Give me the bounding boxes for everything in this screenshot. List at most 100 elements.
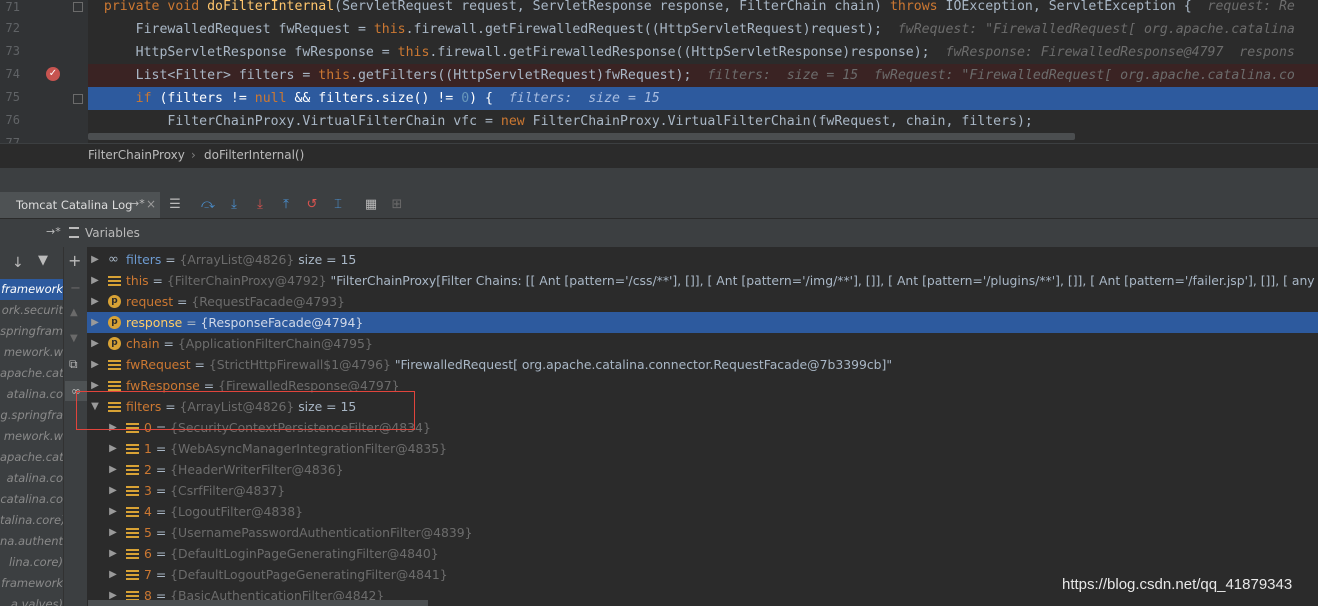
code-keyword: this — [318, 68, 351, 83]
variable-text: 1 = {WebAsyncManagerIntegrationFilter@48… — [144, 438, 447, 459]
step-into-icon[interactable]: ⤓ — [226, 197, 242, 213]
expand-arrow-icon[interactable]: ▶ — [107, 564, 119, 585]
code-line-75-current[interactable]: if (filters != null && filters.size() !=… — [88, 87, 1318, 110]
trace-icon[interactable]: ⊞ — [389, 197, 405, 213]
line-number: 71 — [5, 0, 20, 14]
variable-row[interactable]: ▶ 1 = {WebAsyncManagerIntegrationFilter@4… — [87, 438, 1318, 459]
frame-item[interactable]: framework — [0, 279, 63, 300]
field-icon — [126, 505, 139, 518]
expand-arrow-icon[interactable]: ▶ — [89, 249, 101, 270]
expand-arrow-icon[interactable]: ▶ — [107, 438, 119, 459]
editor-gutter[interactable]: 71 72 73 74 75 76 77 ✓ — [0, 0, 88, 143]
frame-item[interactable]: catalina.co — [0, 489, 63, 510]
variable-row[interactable]: ▶ 4 = {LogoutFilter@4838} — [87, 501, 1318, 522]
expand-arrow-icon[interactable]: ▶ — [107, 459, 119, 480]
frame-item[interactable]: mework.w — [0, 342, 63, 363]
add-watch-icon[interactable]: + — [68, 251, 81, 270]
variable-row[interactable]: ▶ this = {FilterChainProxy@4792} "FilterC… — [87, 270, 1318, 291]
run-to-cursor-icon[interactable]: ⌶ — [330, 197, 346, 213]
expand-arrow-icon[interactable]: ▶ — [107, 522, 119, 543]
frame-item[interactable]: a.valves) — [0, 594, 63, 606]
force-step-into-icon[interactable]: ⤓ — [252, 197, 268, 213]
expand-arrow-icon[interactable]: ▶ — [89, 270, 101, 291]
code-editor[interactable]: 71 72 73 74 75 76 77 ✓ private void doFi… — [0, 0, 1318, 143]
code-line-73[interactable]: HttpServletResponse fwResponse = this.fi… — [88, 41, 1318, 64]
menu-lines-icon[interactable]: ☰ — [167, 197, 183, 213]
code-text: .firewall.getFirewalledRequest((HttpServ… — [405, 22, 882, 37]
frame-item[interactable]: apache.cata — [0, 447, 63, 468]
expand-arrow-icon[interactable]: ▶ — [107, 480, 119, 501]
frame-item[interactable]: atalina.co — [0, 468, 63, 489]
code-line-76[interactable]: FilterChainProxy.VirtualFilterChain vfc … — [88, 110, 1318, 133]
frame-item[interactable]: atalina.co — [0, 384, 63, 405]
expand-arrow-icon[interactable]: ▶ — [89, 354, 101, 375]
variable-row[interactable]: ▶ ∞ filters = {ArrayList@4826} size = 15 — [87, 249, 1318, 270]
frame-item[interactable]: lina.core) — [0, 552, 63, 573]
expand-arrow-icon[interactable]: ▶ — [89, 333, 101, 354]
frame-item[interactable]: g.springfra — [0, 405, 63, 426]
code-line-74[interactable]: List<Filter> filters = this.getFilters((… — [88, 64, 1318, 87]
variable-text: this = {FilterChainProxy@4792} "FilterCh… — [126, 270, 1318, 291]
remove-watch-icon[interactable]: − — [70, 281, 81, 296]
variable-name: filters — [126, 252, 162, 267]
variable-row[interactable]: ▶ 6 = {DefaultLoginPageGeneratingFilter@4… — [87, 543, 1318, 564]
variable-row[interactable]: ▶ 2 = {HeaderWriterFilter@4836} — [87, 459, 1318, 480]
variable-row[interactable]: ▶ p chain = {ApplicationFilterChain@4795} — [87, 333, 1318, 354]
editor-horizontal-scrollbar[interactable] — [88, 133, 1075, 140]
code-line-71[interactable]: private void doFilterInternal(ServletReq… — [88, 0, 1318, 18]
code-keyword: if — [135, 91, 152, 106]
pin-icon[interactable]: →* — [46, 225, 61, 238]
variable-row[interactable]: ▶ 5 = {UsernamePasswordAuthenticationFilt… — [87, 522, 1318, 543]
frames-panel[interactable]: ↓ ▼ framework ork.securit springfram mew… — [0, 247, 63, 606]
move-up-icon[interactable]: ▲ — [70, 307, 78, 318]
line-number: 72 — [5, 21, 20, 35]
breadcrumb-method[interactable]: doFilterInternal() — [204, 148, 304, 162]
breadcrumb: FilterChainProxy › doFilterInternal() — [0, 143, 1318, 169]
variable-name: chain — [126, 336, 160, 351]
move-down-icon[interactable]: ▼ — [70, 333, 78, 344]
frame-item[interactable]: na.authenti — [0, 531, 63, 552]
variable-name: 2 — [144, 462, 152, 477]
variable-row[interactable]: ▶ 3 = {CsrfFilter@4837} — [87, 480, 1318, 501]
expand-arrow-icon[interactable]: ▶ — [107, 501, 119, 522]
inline-debug-hint: fwResponse: FirewalledResponse@4797 resp… — [929, 45, 1295, 60]
frame-item[interactable]: springfram — [0, 321, 63, 342]
step-over-icon[interactable]: ⤼ — [200, 197, 216, 213]
copy-icon[interactable]: ⧉ — [69, 357, 78, 372]
code-line-72[interactable]: FirewalledRequest fwRequest = this.firew… — [88, 18, 1318, 41]
breakpoint-check-icon[interactable]: ✓ — [46, 67, 60, 81]
frame-item[interactable]: mework.w — [0, 426, 63, 447]
variables-title: Variables — [85, 226, 140, 240]
evaluate-expression-icon[interactable]: ▦ — [363, 197, 379, 213]
close-icon[interactable]: × — [146, 197, 156, 211]
breadcrumb-class[interactable]: FilterChainProxy — [88, 148, 185, 162]
frame-item[interactable]: framework — [0, 573, 63, 594]
variable-row[interactable]: ▶ p request = {RequestFacade@4793} — [87, 291, 1318, 312]
variable-name: 5 — [144, 525, 152, 540]
expand-arrow-icon[interactable]: ▶ — [107, 543, 119, 564]
frame-item[interactable]: ork.securit — [0, 300, 63, 321]
code-keyword: null — [254, 91, 287, 106]
equals-sign: = — [151, 441, 171, 456]
pin-icon[interactable]: →* — [130, 197, 145, 210]
fold-marker-icon[interactable] — [73, 2, 83, 12]
frame-item[interactable]: apache.cata — [0, 363, 63, 384]
fold-marker-icon[interactable] — [73, 94, 83, 104]
variable-row[interactable]: ▶ fwRequest = {StrictHttpFirewall$1@4796}… — [87, 354, 1318, 375]
field-icon — [108, 274, 121, 287]
equals-sign: = — [161, 252, 180, 267]
variable-text: 4 = {LogoutFilter@4838} — [144, 501, 303, 522]
filter-icon[interactable]: ▼ — [38, 253, 48, 268]
variables-horizontal-scrollbar[interactable] — [88, 600, 428, 606]
variable-type: {HeaderWriterFilter@4836} — [170, 462, 344, 477]
step-out-icon[interactable]: ⤒ — [278, 197, 294, 213]
expand-arrow-icon[interactable]: ▶ — [89, 291, 101, 312]
panel-divider[interactable] — [0, 168, 1318, 192]
variable-row[interactable]: ▶ p response = {ResponseFacade@4794} — [87, 312, 1318, 333]
expand-arrow-icon[interactable]: ▶ — [89, 312, 101, 333]
arrow-down-icon[interactable]: ↓ — [12, 255, 24, 271]
tab-label: Tomcat Catalina Log — [16, 198, 133, 212]
tab-tomcat-catalina-log[interactable]: Tomcat Catalina Log →* × — [0, 192, 160, 218]
drop-frame-icon[interactable]: ↺ — [304, 197, 320, 213]
frame-item[interactable]: talina.core) — [0, 510, 63, 531]
